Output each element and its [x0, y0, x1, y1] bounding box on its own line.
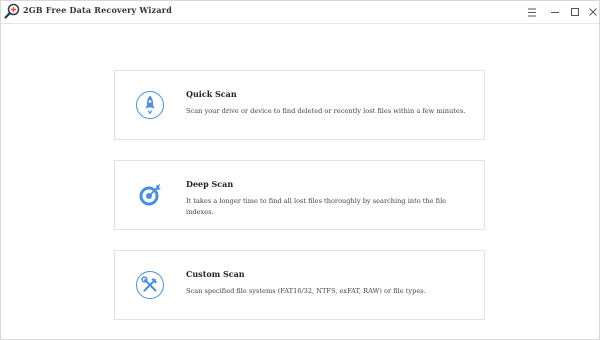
custom-scan-title: Custom Scan	[186, 269, 245, 279]
deep-scan-option[interactable]: Deep Scan It takes a longer time to find…	[114, 160, 485, 230]
minimize-icon[interactable]	[547, 4, 563, 20]
quick-scan-title: Quick Scan	[186, 89, 237, 99]
target-icon	[135, 180, 165, 210]
app-title: 2GB Free Data Recovery Wizard	[23, 5, 172, 15]
tools-icon	[135, 270, 165, 300]
deep-scan-title: Deep Scan	[186, 179, 234, 189]
quick-scan-option[interactable]: Quick Scan Scan your drive or device to …	[114, 70, 485, 140]
deep-scan-description: It takes a longer time to find all lost …	[186, 197, 447, 216]
rocket-icon	[135, 90, 165, 120]
maximize-icon[interactable]	[567, 4, 583, 20]
title-bar: 2GB Free Data Recovery Wizard	[1, 1, 599, 24]
custom-scan-description: Scan specified file systems (FAT16/32, N…	[186, 287, 426, 295]
custom-scan-option[interactable]: Custom Scan Scan specified file systems …	[114, 250, 485, 320]
magnifier-plus-icon	[4, 3, 20, 19]
quick-scan-description: Scan your drive or device to find delete…	[186, 107, 466, 115]
app-window: 2GB Free Data Recovery Wizard Quick Scan…	[0, 0, 600, 340]
hamburger-menu-icon[interactable]	[524, 4, 540, 20]
close-icon[interactable]	[585, 4, 600, 20]
